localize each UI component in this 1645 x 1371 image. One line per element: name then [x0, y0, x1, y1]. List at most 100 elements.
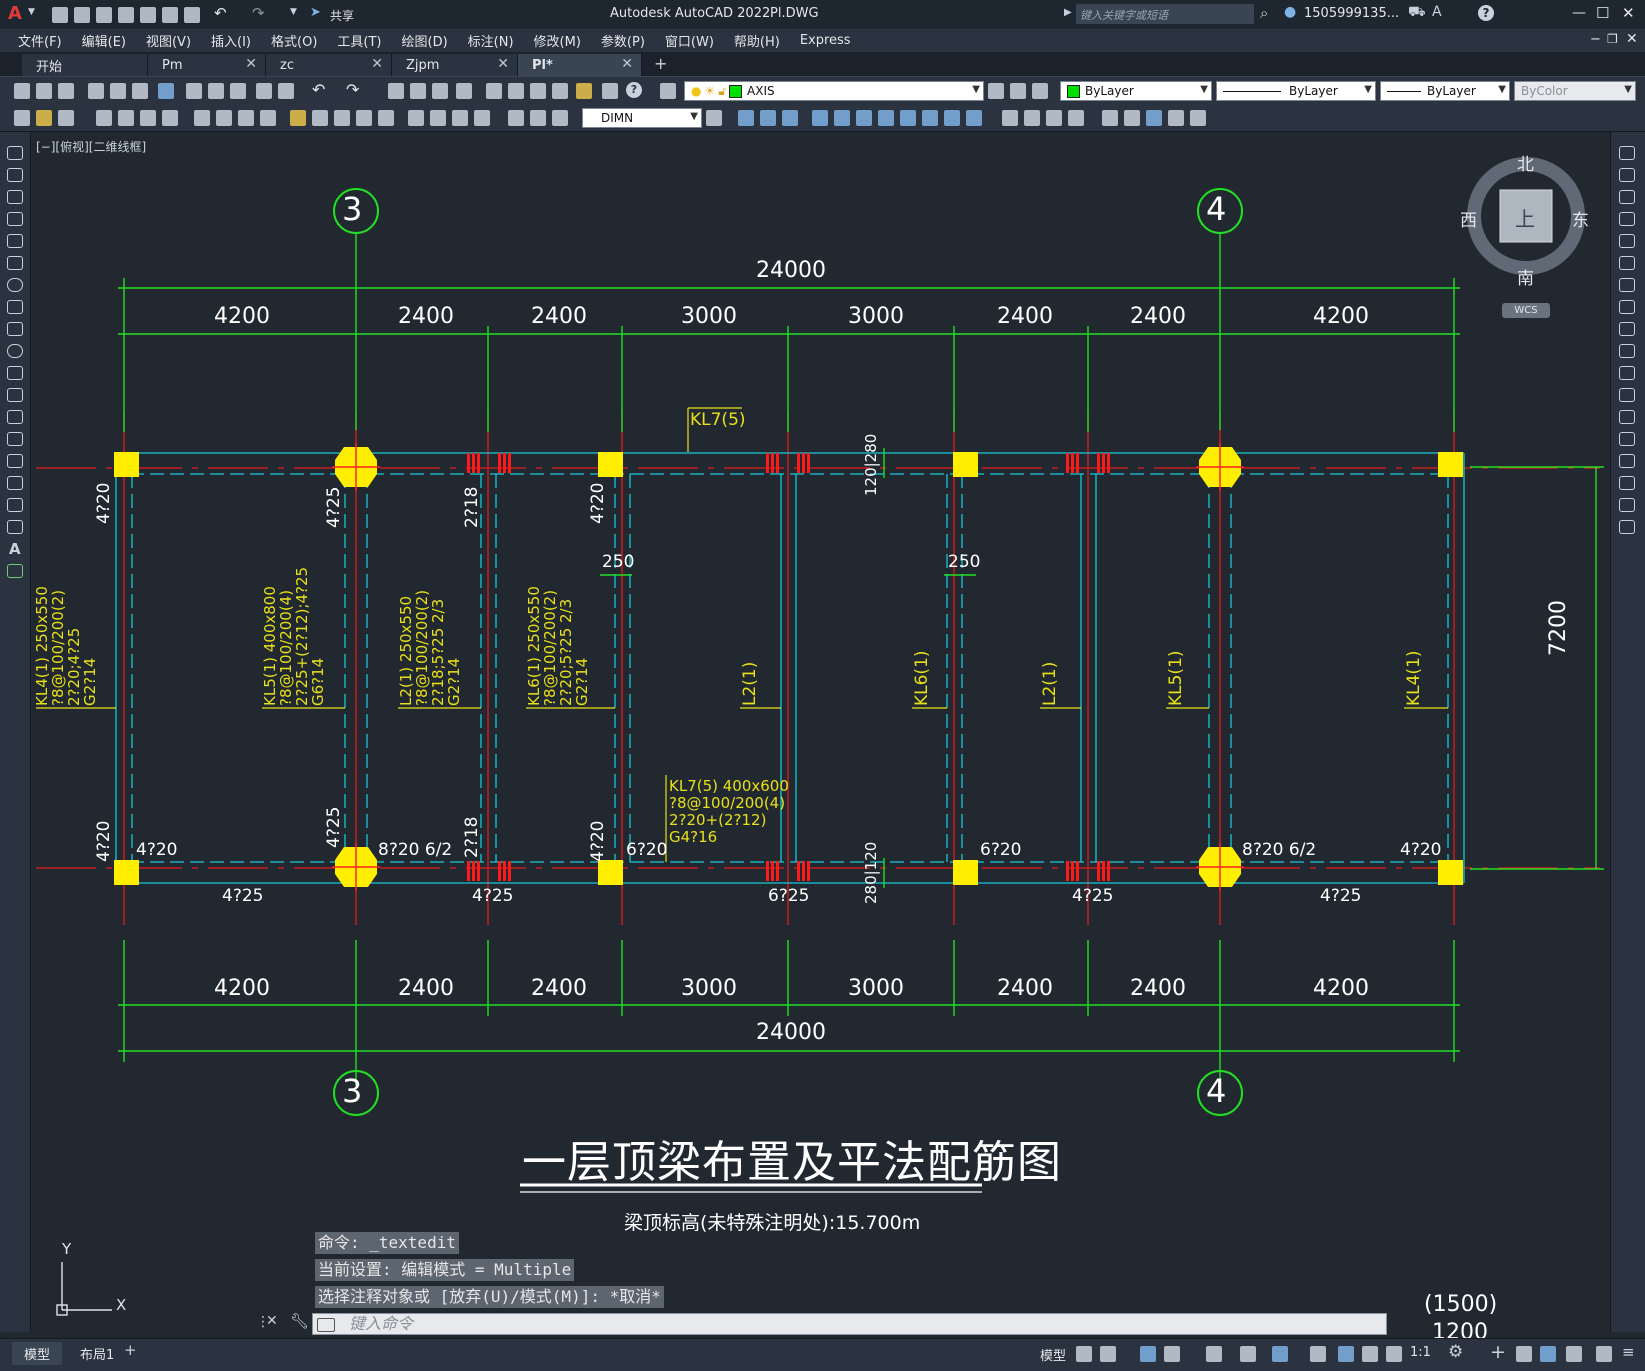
chamfer-icon[interactable]	[1619, 454, 1635, 468]
app-logo[interactable]: A	[8, 3, 22, 24]
modify-icon[interactable]	[1024, 110, 1040, 126]
menu-help[interactable]: 帮助(H)	[724, 31, 790, 50]
table-icon[interactable]	[7, 520, 23, 534]
otrack-icon[interactable]	[1240, 1346, 1256, 1362]
modify-icon[interactable]	[878, 110, 894, 126]
copy-icon[interactable]	[208, 83, 224, 99]
save-icon[interactable]	[96, 7, 112, 23]
modify-icon[interactable]	[856, 110, 872, 126]
viewcube-south[interactable]: 南	[1517, 264, 1534, 289]
layout-tab-1[interactable]: 布局1	[72, 1342, 122, 1365]
ortho-icon[interactable]	[1140, 1346, 1156, 1362]
inspection-icon[interactable]	[452, 110, 468, 126]
publish-icon[interactable]	[132, 83, 148, 99]
plotstyle-dropdown[interactable]: ByColor ▼	[1514, 81, 1636, 101]
arc-length-icon[interactable]	[140, 110, 156, 126]
tolerance-icon[interactable]	[408, 110, 424, 126]
linear-dim-icon[interactable]	[96, 110, 112, 126]
qnew-icon[interactable]	[14, 83, 30, 99]
qat-dropdown-icon[interactable]: ▼	[290, 7, 297, 17]
dim-style-icon[interactable]	[706, 110, 722, 126]
clean-screen-icon[interactable]	[1566, 1346, 1582, 1362]
polygon-icon[interactable]	[7, 212, 23, 226]
annotation-scale-icon[interactable]	[1386, 1346, 1402, 1362]
tab-pl[interactable]: Pl* ✕	[518, 54, 642, 76]
search-box[interactable]: 键入关键字或短语	[1076, 4, 1254, 24]
undo-icon[interactable]: ↶	[312, 80, 325, 99]
insert-block-icon[interactable]	[7, 388, 23, 402]
isolate-icon[interactable]	[1516, 1346, 1532, 1362]
radius-dim-icon[interactable]	[194, 110, 210, 126]
break-point-icon[interactable]	[1619, 388, 1635, 402]
blend-icon[interactable]	[1619, 498, 1635, 512]
close-button[interactable]: ✕	[1622, 4, 1635, 22]
viewcube-north[interactable]: 北	[1517, 150, 1534, 175]
modify-icon[interactable]	[738, 110, 754, 126]
menu-insert[interactable]: 插入(I)	[201, 31, 261, 50]
markup-icon[interactable]	[576, 83, 592, 99]
preview-icon[interactable]	[110, 83, 126, 99]
close-icon[interactable]: ✕	[497, 56, 509, 72]
tool-palettes-icon[interactable]	[530, 83, 546, 99]
ellipse-icon[interactable]	[7, 344, 23, 358]
break-icon[interactable]	[1619, 410, 1635, 424]
share-button[interactable]: 共享	[330, 7, 354, 24]
copy-icon[interactable]	[1619, 168, 1635, 182]
modify-icon[interactable]	[1146, 110, 1162, 126]
tool-icon[interactable]	[14, 110, 30, 126]
block-editor-icon[interactable]	[278, 83, 294, 99]
help-icon[interactable]: ?	[1478, 5, 1494, 21]
modify-icon[interactable]	[782, 110, 798, 126]
paste-icon[interactable]	[230, 83, 246, 99]
fullscreen-icon[interactable]	[1596, 1346, 1612, 1362]
region-icon[interactable]	[7, 498, 23, 512]
tool-icon[interactable]	[36, 110, 52, 126]
menu-parametric[interactable]: 参数(P)	[591, 31, 655, 50]
open-web-icon[interactable]	[140, 7, 156, 23]
jogged-linear-icon[interactable]	[474, 110, 490, 126]
tool-icon[interactable]	[58, 110, 74, 126]
plus-icon[interactable]: +	[1490, 1341, 1506, 1363]
gradient-icon[interactable]	[7, 476, 23, 490]
dim-text-edit-icon[interactable]	[530, 110, 546, 126]
redo-icon[interactable]: ↷	[346, 80, 359, 99]
modify-icon[interactable]	[922, 110, 938, 126]
properties-icon[interactable]	[486, 83, 502, 99]
stretch-icon[interactable]	[1619, 322, 1635, 336]
drawing-canvas[interactable]	[0, 0, 1645, 1371]
modify-icon[interactable]	[1002, 110, 1018, 126]
menu-file[interactable]: 文件(F)	[8, 31, 72, 50]
user-name[interactable]: 1505999135...	[1304, 6, 1399, 21]
plot-icon[interactable]	[184, 7, 200, 23]
scale-icon[interactable]	[1619, 300, 1635, 314]
explode-icon[interactable]	[1619, 520, 1635, 534]
tab-zjpm[interactable]: Zjpm ✕	[392, 54, 518, 76]
calculator-icon[interactable]	[602, 83, 618, 99]
web-icon[interactable]	[158, 83, 174, 99]
annotation-visibility-icon[interactable]	[1338, 1346, 1354, 1362]
aligned-dim-icon[interactable]	[118, 110, 134, 126]
construction-line-icon[interactable]	[7, 168, 23, 182]
menu-view[interactable]: 视图(V)	[136, 31, 201, 50]
app-menu-chevron-icon[interactable]: ▼	[28, 7, 35, 17]
multiline-text-icon[interactable]: A	[9, 540, 21, 558]
add-layout-icon[interactable]: +	[124, 1341, 137, 1359]
maximize-button[interactable]: ☐	[1596, 4, 1609, 22]
make-block-icon[interactable]	[7, 410, 23, 424]
viewcube-east[interactable]: 东	[1572, 206, 1589, 231]
open-icon[interactable]	[36, 83, 52, 99]
ordinate-dim-icon[interactable]	[162, 110, 178, 126]
customize-icon[interactable]: 🔧︎	[290, 1312, 309, 1330]
close-icon[interactable]: ✕	[371, 56, 383, 72]
modify-icon[interactable]	[966, 110, 982, 126]
menu-dimension[interactable]: 标注(N)	[458, 31, 524, 50]
hatch-icon[interactable]	[7, 454, 23, 468]
continue-dim-icon[interactable]	[334, 110, 350, 126]
hardware-accel-icon[interactable]	[1540, 1346, 1556, 1362]
tab-zc[interactable]: zc ✕	[266, 54, 392, 76]
annotation-scale[interactable]: 1:1	[1410, 1345, 1431, 1360]
color-dropdown[interactable]: ByLayer ▼	[1060, 81, 1212, 101]
minimize-button[interactable]: —	[1572, 5, 1586, 21]
share-icon[interactable]: ➤	[310, 5, 321, 20]
doc-restore-icon[interactable]: ❐	[1607, 32, 1618, 46]
